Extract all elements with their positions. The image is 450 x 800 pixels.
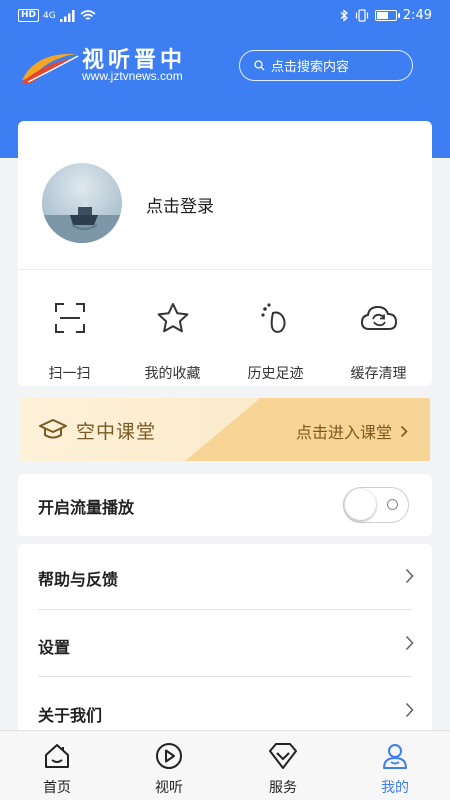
search-placeholder: 点击搜索内容 bbox=[271, 60, 350, 75]
home-icon bbox=[45, 744, 69, 768]
scan-icon bbox=[54, 303, 85, 333]
tab-video[interactable]: 视听 bbox=[129, 741, 209, 797]
quick-action-favorites[interactable]: 我的收藏 bbox=[121, 299, 224, 383]
quick-action-history[interactable]: 历史足迹 bbox=[224, 299, 327, 383]
tab-mine[interactable]: 我的 bbox=[355, 741, 435, 797]
battery-icon bbox=[374, 10, 400, 21]
chevron-right-icon bbox=[405, 635, 414, 651]
help-feedback-label: 帮助与反馈 bbox=[38, 570, 119, 589]
tab-label: 视听 bbox=[155, 780, 183, 796]
tab-home[interactable]: 首页 bbox=[17, 741, 97, 797]
profile-card: 点击登录 扫一扫 我的收藏 历史足迹 缓存清理 bbox=[18, 121, 432, 386]
status-time: 2:49 bbox=[402, 8, 432, 23]
banner-title: 空中课堂 bbox=[76, 421, 157, 443]
diamond-icon bbox=[269, 743, 297, 769]
bluetooth-icon bbox=[340, 9, 348, 22]
play-circle-icon bbox=[156, 743, 182, 769]
chevron-right-icon bbox=[405, 568, 414, 584]
login-prompt[interactable]: 点击登录 bbox=[146, 192, 214, 217]
air-classroom-banner[interactable]: 空中课堂 点击进入课堂 bbox=[20, 398, 430, 461]
chevron-right-icon bbox=[400, 425, 408, 437]
bottom-tab-bar: 首页 视听 服务 我的 bbox=[0, 730, 450, 800]
app-logo: 视听晋中 www.jztvnews.com bbox=[18, 42, 218, 86]
logo-swoosh-icon bbox=[20, 53, 79, 84]
status-bar: HD 4G 2:49 bbox=[0, 0, 450, 34]
search-input[interactable]: 点击搜索内容 bbox=[239, 50, 413, 81]
settings-label: 设置 bbox=[38, 638, 71, 657]
star-icon bbox=[157, 303, 188, 333]
graduation-cap-icon bbox=[39, 419, 67, 439]
tab-label: 我的 bbox=[381, 780, 409, 796]
divider bbox=[18, 269, 432, 270]
quick-action-label: 缓存清理 bbox=[350, 366, 407, 382]
tab-services[interactable]: 服务 bbox=[243, 741, 323, 797]
avatar[interactable] bbox=[42, 163, 122, 243]
toggle-off-indicator bbox=[387, 499, 398, 510]
quick-action-label: 历史足迹 bbox=[247, 366, 304, 382]
tab-label: 服务 bbox=[269, 780, 297, 796]
banner-link-label: 点击进入课堂 bbox=[295, 423, 392, 442]
network-type: 4G bbox=[43, 10, 56, 21]
banner-link[interactable]: 点击进入课堂 bbox=[296, 419, 408, 443]
vibrate-icon bbox=[355, 9, 368, 22]
signal-icon bbox=[59, 9, 75, 22]
quick-action-clear-cache[interactable]: 缓存清理 bbox=[327, 299, 430, 383]
traffic-play-toggle[interactable] bbox=[343, 487, 409, 523]
logo-url: www.jztvnews.com bbox=[82, 69, 183, 83]
chevron-right-icon bbox=[405, 702, 414, 718]
traffic-play-label: 开启流量播放 bbox=[38, 498, 135, 517]
hd-badge: HD bbox=[18, 9, 40, 22]
cloud-refresh-icon bbox=[360, 305, 397, 330]
toggle-knob bbox=[345, 489, 376, 520]
about-us-row[interactable]: 关于我们 bbox=[18, 677, 432, 730]
tab-label: 首页 bbox=[43, 780, 71, 796]
quick-action-label: 扫一扫 bbox=[48, 366, 91, 382]
search-icon bbox=[254, 60, 265, 71]
settings-row[interactable]: 设置 bbox=[18, 610, 432, 676]
user-icon bbox=[383, 744, 407, 769]
quick-action-scan[interactable]: 扫一扫 bbox=[18, 299, 121, 383]
about-us-label: 关于我们 bbox=[38, 706, 103, 725]
battery-fill bbox=[376, 12, 388, 19]
help-feedback-row[interactable]: 帮助与反馈 bbox=[18, 544, 432, 610]
avatar-boat-image bbox=[42, 202, 122, 243]
footprint-icon bbox=[260, 303, 286, 333]
wifi-icon bbox=[80, 9, 96, 20]
quick-action-label: 我的收藏 bbox=[144, 366, 201, 382]
